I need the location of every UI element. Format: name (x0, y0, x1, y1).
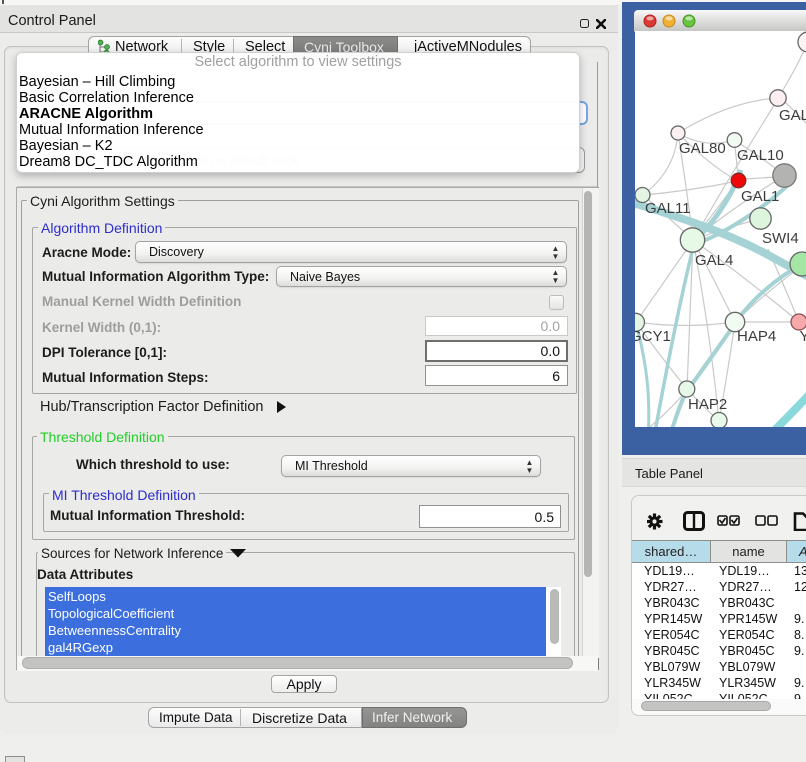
svg-text:GAL1: GAL1 (741, 188, 779, 205)
svg-text:GCY1: GCY1 (635, 328, 671, 345)
svg-text:HAP2: HAP2 (688, 396, 727, 413)
svg-text:Y: Y (800, 328, 806, 345)
svg-text:GAL2: GAL2 (779, 107, 806, 124)
svg-text:HAP4: HAP4 (737, 328, 776, 345)
svg-text:SWI4: SWI4 (762, 230, 799, 247)
svg-text:GAL80: GAL80 (679, 140, 726, 157)
svg-text:GAL10: GAL10 (737, 147, 784, 164)
svg-text:GAL11: GAL11 (645, 200, 691, 217)
svg-text:GAL4: GAL4 (695, 252, 733, 269)
